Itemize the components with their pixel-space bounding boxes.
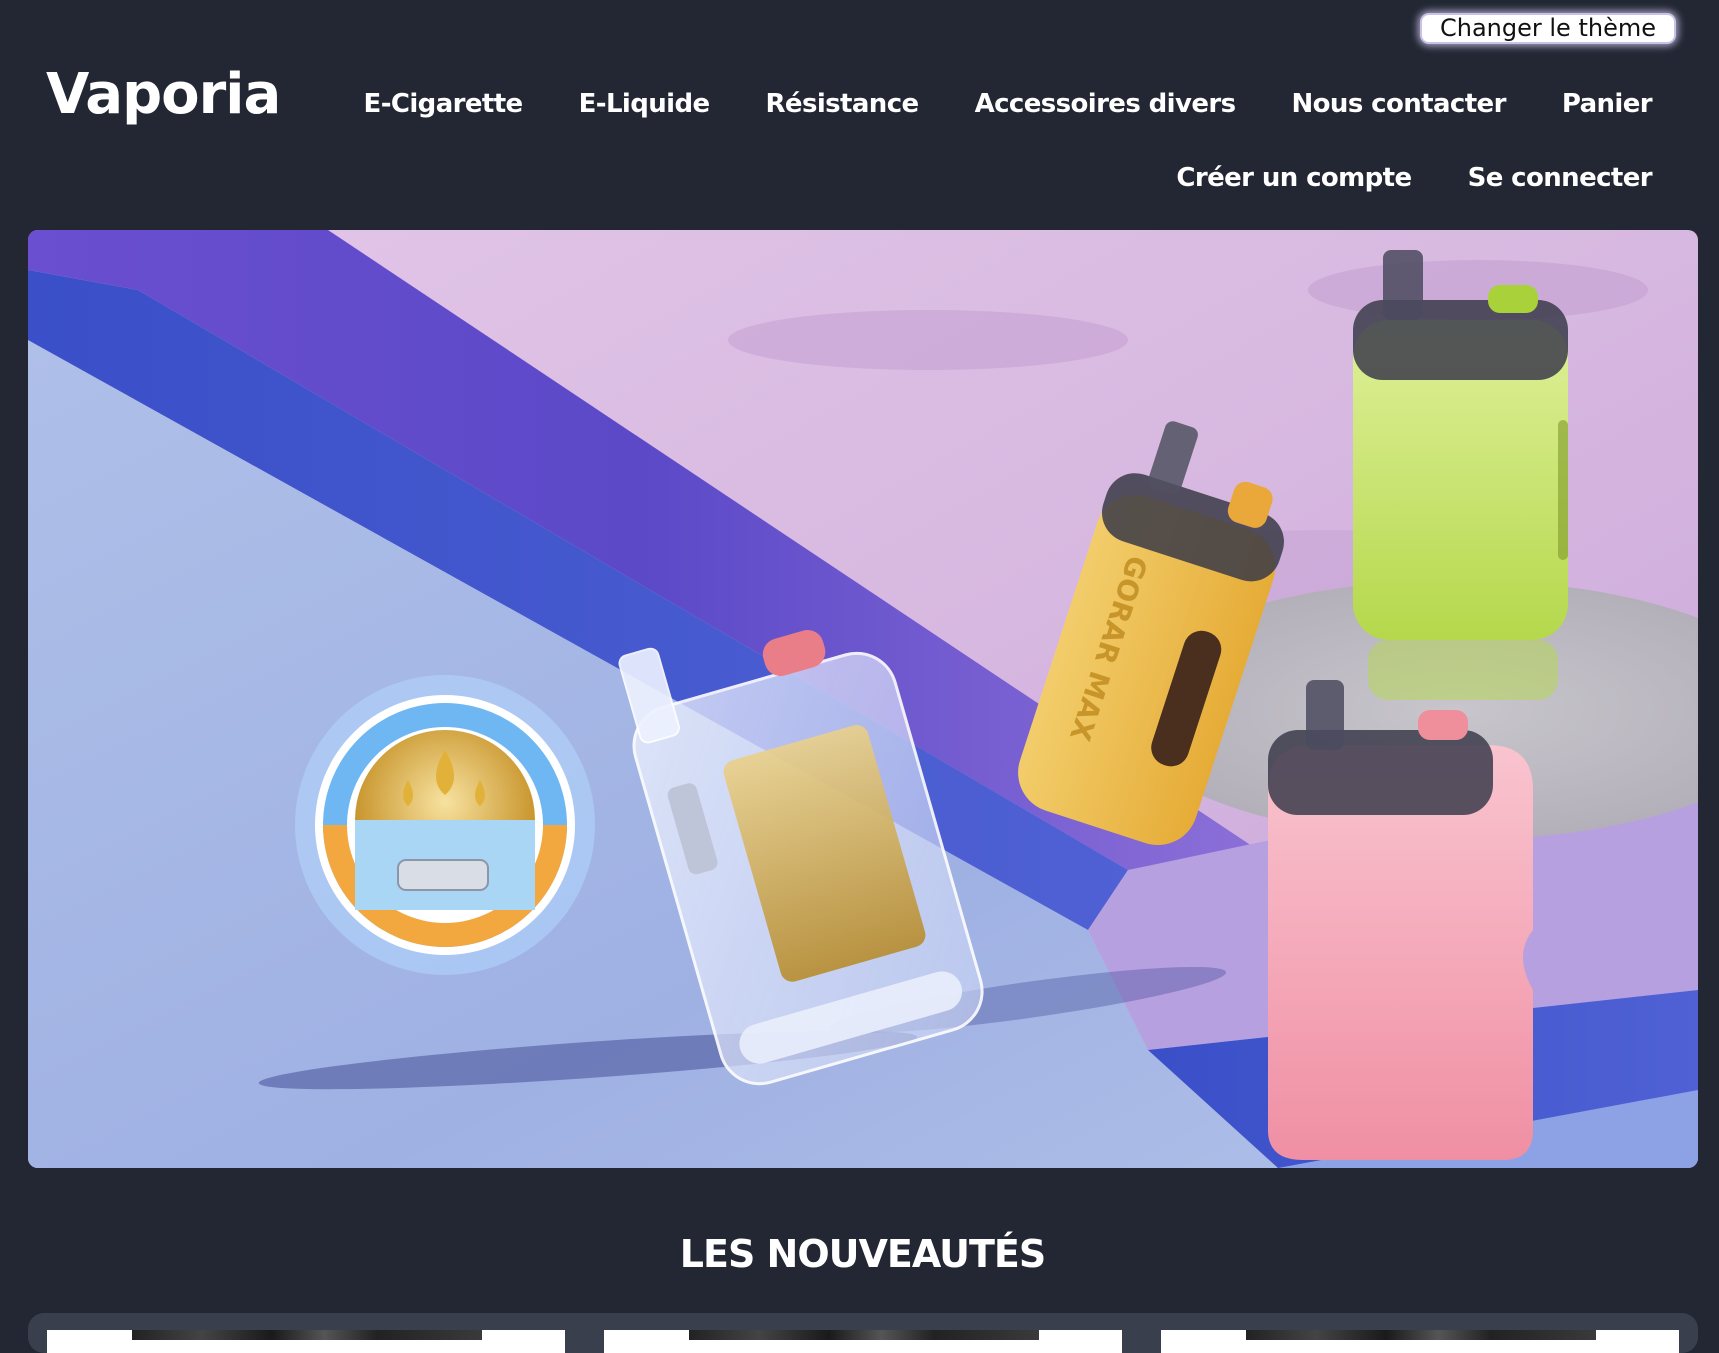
site-logo[interactable]: Vaporia: [46, 62, 281, 127]
login-link[interactable]: Se connecter: [1468, 163, 1653, 193]
nav-link-contact[interactable]: Nous contacter: [1291, 89, 1506, 119]
product-card[interactable]: [47, 1330, 565, 1353]
nav-item-register: Créer un compte: [1176, 163, 1412, 193]
nav-link-cart[interactable]: Panier: [1562, 89, 1653, 119]
nav-link-resistance[interactable]: Résistance: [766, 89, 920, 119]
nav-link-accessoires[interactable]: Accessoires divers: [975, 89, 1237, 119]
nav-item-e-liquide: E-Liquide: [579, 89, 711, 119]
nav-item-panier: Panier: [1562, 89, 1653, 119]
nav-link-e-liquide[interactable]: E-Liquide: [579, 89, 711, 119]
product-card[interactable]: [1161, 1330, 1679, 1353]
new-products-title: LES NOUVEAUTÉS: [679, 1232, 1046, 1276]
new-products-carousel: [28, 1313, 1698, 1353]
create-account-link[interactable]: Créer un compte: [1176, 163, 1412, 193]
nav-item-contact: Nous contacter: [1291, 89, 1506, 119]
nav-item-login: Se connecter: [1468, 163, 1653, 193]
nav-item-resistance: Résistance: [766, 89, 920, 119]
hero-banner: GORAR MAX: [28, 230, 1698, 1168]
main-nav: E-Cigarette E-Liquide Résistance Accesso…: [364, 89, 1653, 119]
hero-image: GORAR MAX: [28, 230, 1698, 1168]
nav-item-e-cigarette: E-Cigarette: [364, 89, 524, 119]
account-nav: Créer un compte Se connecter: [1176, 163, 1652, 193]
change-theme-button[interactable]: Changer le thème: [1420, 13, 1676, 44]
nav-item-accessoires: Accessoires divers: [975, 89, 1237, 119]
nav-link-e-cigarette[interactable]: E-Cigarette: [364, 89, 524, 119]
product-card[interactable]: [604, 1330, 1122, 1353]
